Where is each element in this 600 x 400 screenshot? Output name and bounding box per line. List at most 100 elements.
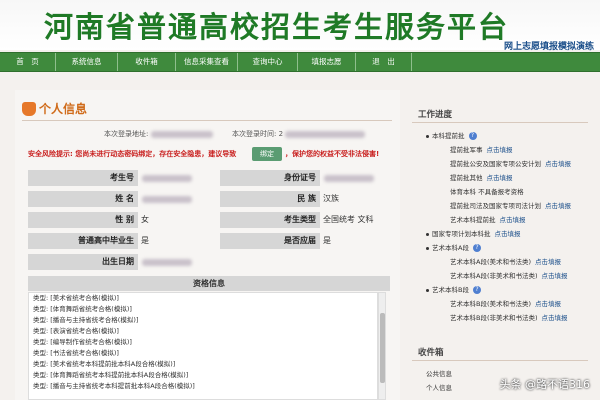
progress-item: 艺术本科B段(非美术和书法类) 点击填报 bbox=[450, 312, 568, 322]
bullet-icon bbox=[426, 232, 429, 236]
help-icon[interactable]: ? bbox=[472, 244, 481, 252]
divider bbox=[412, 360, 588, 361]
progress-item-label: 提前批其他 bbox=[450, 174, 483, 182]
list-item: 类型: [播音与主持省统考合格(模拟)] bbox=[33, 316, 139, 324]
field-label bbox=[220, 254, 320, 270]
hand-pointer-icon bbox=[22, 101, 36, 116]
field-label: 考生号 bbox=[28, 170, 138, 186]
fill-link[interactable]: 点击填报 bbox=[495, 230, 521, 238]
progress-item-label: 本科提前批 bbox=[432, 132, 465, 140]
fill-link[interactable]: 点击填报 bbox=[542, 272, 568, 280]
main-nav: 首 页系统信息 收件箱 信息采集查看 查询中心 填报志愿退 出 bbox=[0, 52, 600, 72]
security-warning: 安全风险提示: 您尚未进行动态密码绑定，存在安全隐患，建议导致 bbox=[28, 150, 237, 158]
progress-item-label: 艺术本科B段 bbox=[432, 286, 469, 294]
bullet-icon bbox=[426, 246, 429, 250]
field-value: 是 bbox=[323, 236, 331, 245]
progress-item: 艺术本科提前批 点击填报 bbox=[450, 214, 526, 224]
table-row: 性 别女 考生类型 全国统考 文科 bbox=[28, 212, 390, 229]
progress-item: 提前批公安及国家专项公安计划 点击填报 bbox=[450, 158, 571, 168]
site-title: 河南省普通高校招生考生服务平台 bbox=[44, 10, 510, 44]
field-label: 是否应届 bbox=[220, 233, 320, 249]
qualification-header: 资格信息 bbox=[28, 276, 390, 291]
redacted-value bbox=[142, 259, 192, 266]
list-item: 类型: [表演省统考合格(模拟)] bbox=[33, 327, 119, 335]
fill-link[interactable]: 点击填报 bbox=[545, 160, 571, 168]
redacted-value bbox=[285, 130, 366, 138]
login-time-label: 本次登录时间: 2 bbox=[232, 130, 284, 138]
progress-item-label: 国家专项计划本科批 bbox=[432, 230, 491, 238]
qualification-list: 类型: [美术省统考合格(模拟)] 类型: [体育舞蹈省统考合格(模拟)] 类型: … bbox=[28, 292, 378, 400]
field-label: 出生日期 bbox=[28, 254, 138, 270]
login-address-label: 本次登录地址: bbox=[104, 130, 149, 138]
list-item: 类型: [美术省统考本科提前批本科A段合格(模拟)] bbox=[33, 360, 176, 368]
help-icon[interactable]: ? bbox=[468, 132, 477, 140]
progress-item-label: 艺术本科B段(美术和书法类) bbox=[450, 300, 532, 308]
fill-link[interactable]: 点击填报 bbox=[535, 300, 561, 308]
fill-link[interactable]: 点击填报 bbox=[487, 146, 513, 154]
progress-sidebar: 工作进度 收件箱 本科提前批? 提前批军事 点击填报 提前批公安及国家专项公安计划 点击… bbox=[412, 100, 600, 400]
field-value: 女 bbox=[141, 215, 149, 224]
progress-item-label: 体育本科 不具备报考资格 bbox=[450, 188, 524, 196]
table-row: 普通高中毕业生是是否应届是 bbox=[28, 233, 390, 250]
divider bbox=[22, 120, 392, 121]
redacted-value bbox=[150, 130, 213, 138]
inbox-item[interactable]: 个人信息 bbox=[426, 382, 452, 392]
table-row: 出生日期 bbox=[28, 254, 390, 271]
bullet-icon bbox=[426, 288, 429, 292]
progress-item: 提前批司法及国家专项司法计划 点击填报 bbox=[450, 200, 571, 210]
fill-link[interactable]: 点击填报 bbox=[487, 174, 513, 182]
fill-link[interactable]: 点击填报 bbox=[535, 258, 561, 266]
progress-item-label: 提前批司法及国家专项司法计划 bbox=[450, 202, 541, 210]
list-item: 类型: [编导制作省统考合格(模拟)] bbox=[33, 338, 132, 346]
header-banner: 河南省普通高校招生考生服务平台 网上志愿填报模拟演练 bbox=[0, 0, 600, 52]
field-value bbox=[320, 254, 390, 270]
progress-item-label: 艺术本科B段(非美术和书法类) bbox=[450, 314, 538, 322]
redacted-value bbox=[324, 175, 374, 182]
progress-item: 艺术本科A段(非美术和书法类) 点击填报 bbox=[450, 270, 568, 280]
fill-link[interactable]: 点击填报 bbox=[542, 314, 568, 322]
progress-item-label: 提前批军事 bbox=[450, 146, 483, 154]
section-title-text: 个人信息 bbox=[39, 102, 88, 116]
nav-item[interactable]: 填报志愿 bbox=[298, 53, 356, 71]
site-subtitle: 网上志愿填报模拟演练 bbox=[503, 42, 594, 52]
list-item: 类型: [美术省统考合格(模拟)] bbox=[33, 294, 119, 302]
bind-button[interactable]: 绑定 bbox=[252, 147, 282, 161]
fill-link[interactable]: 点击填报 bbox=[545, 202, 571, 210]
redacted-value bbox=[142, 196, 192, 203]
divider bbox=[412, 122, 588, 123]
fill-link[interactable]: 点击填报 bbox=[500, 216, 526, 224]
field-label: 姓 名 bbox=[28, 191, 138, 207]
progress-item: 艺术本科B段? bbox=[426, 284, 481, 294]
bullet-icon bbox=[426, 134, 429, 138]
field-value: 全国统考 文科 bbox=[323, 215, 374, 224]
list-item: 类型: [书法省统考合格(模拟)] bbox=[33, 349, 119, 357]
list-item: 类型: [体育舞蹈省统考合格(模拟)] bbox=[33, 305, 132, 313]
nav-item[interactable]: 系统信息 bbox=[56, 53, 118, 71]
field-label: 普通高中毕业生 bbox=[28, 233, 138, 249]
table-row: 姓 名 民 族汉族 bbox=[28, 191, 390, 208]
scrollbar-thumb[interactable] bbox=[380, 313, 385, 383]
progress-item: 提前批其他 点击填报 bbox=[450, 172, 513, 182]
nav-item[interactable]: 信息采集查看 bbox=[176, 53, 238, 71]
progress-item: 国家专项计划本科批 点击填报 bbox=[426, 228, 521, 238]
list-item: 类型: [播音与主持省统考本科提前批本科A段合格(模拟)] bbox=[33, 382, 195, 390]
inbox-title: 收件箱 bbox=[418, 348, 444, 358]
field-label: 考生类型 bbox=[220, 212, 320, 228]
progress-item-label: 艺术本科A段(美术和书法类) bbox=[450, 258, 532, 266]
nav-item[interactable]: 首 页 bbox=[0, 53, 56, 71]
progress-item-label: 提前批公安及国家专项公安计划 bbox=[450, 160, 541, 168]
field-label: 性 别 bbox=[28, 212, 138, 228]
inbox-item[interactable]: 公共信息 bbox=[426, 368, 452, 378]
nav-item[interactable]: 退 出 bbox=[356, 53, 412, 71]
nav-item[interactable]: 收件箱 bbox=[118, 53, 176, 71]
help-icon[interactable]: ? bbox=[472, 286, 481, 294]
list-item: 类型: [体育舞蹈省统考本科提前批本科A段合格(模拟)] bbox=[33, 371, 189, 379]
progress-item-label: 艺术本科A段(非美术和书法类) bbox=[450, 272, 538, 280]
qualification-scrollbar[interactable] bbox=[378, 292, 386, 400]
nav-item[interactable]: 查询中心 bbox=[238, 53, 298, 71]
progress-item: 艺术本科A段? bbox=[426, 242, 481, 252]
progress-item: 提前批军事 点击填报 bbox=[450, 144, 513, 154]
login-time: 本次登录时间: 2 bbox=[232, 129, 366, 139]
progress-item-label: 艺术本科A段 bbox=[432, 244, 469, 252]
section-title: 个人信息 bbox=[22, 100, 87, 117]
